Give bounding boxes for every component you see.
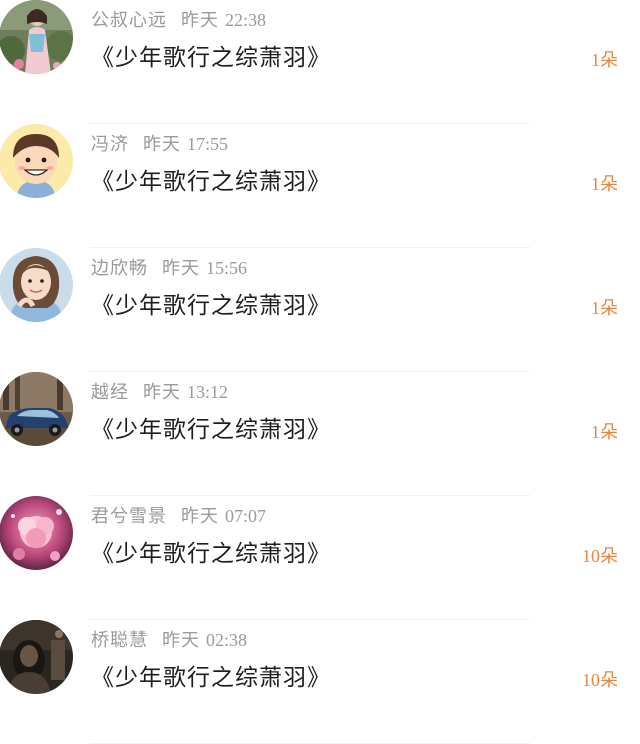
record-time: 07:07 (225, 506, 267, 526)
record-meta: 公叔心远 昨天 22:38 (91, 6, 266, 32)
avatar[interactable] (0, 0, 73, 74)
list-item[interactable]: 越经 昨天 13:12 《少年歌行之综萧羽》 1朵 (0, 372, 640, 496)
record-day: 昨天 (162, 258, 200, 279)
record-time: 02:38 (206, 630, 248, 650)
avatar[interactable] (0, 372, 73, 446)
avatar[interactable] (0, 124, 73, 198)
gift-title: 《少年歌行之综萧羽》 (91, 293, 331, 319)
record-meta: 君兮雪景 昨天 07:07 (91, 502, 266, 528)
cartoon-boy-avatar-icon (0, 124, 73, 198)
user-name[interactable]: 公叔心远 (91, 10, 167, 31)
woman-garden-avatar-icon (0, 0, 73, 74)
blue-car-avatar-icon (0, 372, 73, 446)
gift-count: 10朵 (582, 546, 618, 566)
record-meta: 越经 昨天 13:12 (91, 378, 228, 404)
record-day: 昨天 (143, 134, 181, 155)
gift-count: 1朵 (591, 298, 618, 318)
user-name[interactable]: 君兮雪景 (91, 506, 167, 527)
girl-portrait-avatar-icon (0, 248, 73, 322)
gift-title: 《少年歌行之综萧羽》 (91, 169, 331, 195)
user-name[interactable]: 越经 (91, 382, 129, 403)
record-time: 13:12 (187, 382, 229, 402)
list-item[interactable]: 君兮雪景 昨天 07:07 《少年歌行之综萧羽》 10朵 (0, 496, 640, 620)
gift-record-list: 公叔心远 昨天 22:38 《少年歌行之综萧羽》 1朵 冯济 昨天 17:55 《少年歌… (0, 0, 640, 744)
gift-count: 1朵 (591, 50, 618, 70)
gift-title: 《少年歌行之综萧羽》 (91, 665, 331, 691)
list-item[interactable]: 桥聪慧 昨天 02:38 《少年歌行之综萧羽》 10朵 (0, 620, 640, 744)
record-day: 昨天 (143, 382, 181, 403)
record-meta: 边欣畅 昨天 15:56 (91, 254, 247, 280)
user-name[interactable]: 冯济 (91, 134, 129, 155)
gift-title: 《少年歌行之综萧羽》 (91, 417, 331, 443)
gift-count: 1朵 (591, 174, 618, 194)
gift-title: 《少年歌行之综萧羽》 (91, 541, 331, 567)
avatar[interactable] (0, 620, 73, 694)
record-time: 17:55 (187, 134, 229, 154)
user-name[interactable]: 桥聪慧 (91, 630, 148, 651)
dark-photo-avatar-icon (0, 620, 73, 694)
avatar[interactable] (0, 496, 73, 570)
gift-title: 《少年歌行之综萧羽》 (91, 45, 331, 71)
avatar[interactable] (0, 248, 73, 322)
record-day: 昨天 (181, 10, 219, 31)
list-item[interactable]: 公叔心远 昨天 22:38 《少年歌行之综萧羽》 1朵 (0, 0, 640, 124)
user-name[interactable]: 边欣畅 (91, 258, 148, 279)
record-meta: 冯济 昨天 17:55 (91, 130, 228, 156)
list-item[interactable]: 边欣畅 昨天 15:56 《少年歌行之综萧羽》 1朵 (0, 248, 640, 372)
list-item[interactable]: 冯济 昨天 17:55 《少年歌行之综萧羽》 1朵 (0, 124, 640, 248)
gift-count: 10朵 (582, 670, 618, 690)
record-day: 昨天 (162, 630, 200, 651)
record-meta: 桥聪慧 昨天 02:38 (91, 626, 247, 652)
record-day: 昨天 (181, 506, 219, 527)
record-time: 22:38 (225, 10, 267, 30)
gift-count: 1朵 (591, 422, 618, 442)
record-time: 15:56 (206, 258, 248, 278)
pink-flower-avatar-icon (0, 496, 73, 570)
